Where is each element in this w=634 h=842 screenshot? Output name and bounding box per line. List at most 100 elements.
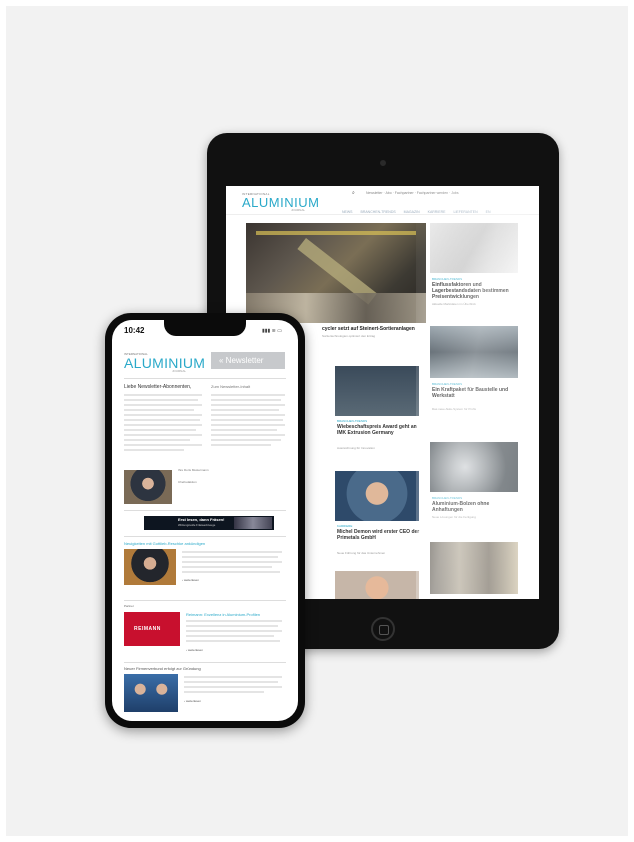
hero-subtitle: Sortiertechnologien optimiert den Ertrag	[322, 334, 376, 338]
nav-item[interactable]: EN	[486, 210, 491, 214]
partner-label: Partner	[124, 604, 134, 608]
nav-item[interactable]: NEWS	[342, 210, 353, 214]
read-more-link[interactable]: › weiterlesen	[186, 648, 203, 652]
side-image[interactable]	[430, 326, 518, 378]
section-title[interactable]: Neuigkeiten mit Gottlieb-Reschke ankündi…	[124, 541, 205, 546]
ad-image	[234, 517, 272, 529]
hero-image[interactable]	[246, 223, 426, 323]
tablet-logo-sub: JOURNAL	[291, 208, 306, 212]
card-text: Auszeichnung für Innovation	[337, 446, 375, 450]
author-photo	[124, 470, 172, 504]
side-tag: BRANCHEN-TRENDS	[432, 496, 463, 500]
read-more-link[interactable]: › weiterlesen	[182, 578, 199, 582]
nav-item[interactable]: BRANCHEN-TRENDS	[360, 210, 395, 214]
phone-device: 10:42 ▮▮▮ ≋ ▭ INTERNATIONAL ALUMINIUM JO…	[105, 313, 305, 728]
newsletter-banner: « Newsletter	[211, 352, 285, 369]
text-line	[124, 444, 202, 446]
text-line	[182, 561, 282, 563]
text-line	[211, 424, 285, 426]
side-title[interactable]: Aluminium-Bolzen ohne Anhaftungen	[432, 501, 516, 513]
card-title[interactable]: Wiebeschaftspreis Award geht an IMK Extr…	[337, 424, 421, 436]
tablet-top-links[interactable]: Newsletter · Abo · Fachpartner · Fachpar…	[366, 191, 459, 195]
text-line	[211, 414, 285, 416]
nav-item[interactable]: MAGAZIN	[404, 210, 420, 214]
card-image[interactable]	[335, 366, 419, 416]
text-line	[184, 686, 282, 688]
search-icon[interactable]: ⌕	[352, 190, 355, 196]
home-button[interactable]	[371, 617, 395, 641]
text-line	[124, 424, 202, 426]
side-tag: BRANCHEN-TRENDS	[432, 382, 463, 386]
card-tag: KARRIERE	[337, 524, 353, 528]
text-line	[182, 556, 278, 558]
text-line	[211, 434, 285, 436]
ad-title: Erst lesen, dann Fräsen!	[178, 517, 225, 522]
nav-item[interactable]: LIEFERANTEN	[454, 210, 478, 214]
divider	[124, 378, 286, 379]
greeting: Liebe Newsletter-Abonnenten,	[124, 384, 192, 390]
card-text: Neue Führung für das Unternehmen	[337, 551, 386, 555]
text-line	[211, 429, 277, 431]
column-heading: Zum Newsletter-Inhalt	[211, 384, 251, 389]
text-line	[184, 681, 278, 683]
newsletter-label: « Newsletter	[219, 356, 264, 365]
text-line	[182, 551, 282, 553]
divider	[124, 536, 286, 537]
tablet-logo[interactable]: ALUMINIUM	[242, 195, 319, 210]
hero-title[interactable]: cycler setzt auf Steinert-Sortieranlagen	[322, 326, 415, 332]
phone-screen: 10:42 ▮▮▮ ≋ ▭ INTERNATIONAL ALUMINIUM JO…	[112, 320, 298, 721]
card-image[interactable]	[335, 471, 419, 521]
tablet-main-nav: NEWS BRANCHEN-TRENDS MAGAZIN KARRIERE LI…	[342, 210, 497, 214]
side-image[interactable]	[430, 223, 518, 273]
text-line	[186, 630, 282, 632]
text-line	[124, 449, 184, 451]
text-line	[184, 691, 264, 693]
status-icons: ▮▮▮ ≋ ▭	[262, 328, 282, 334]
read-more-link[interactable]: › weiterlesen	[184, 699, 201, 703]
divider	[124, 510, 286, 511]
side-text: Neue Lösungen für die Fertigung	[432, 515, 476, 519]
phone-logo[interactable]: ALUMINIUM	[124, 355, 205, 371]
side-text: Aktuelle Marktdaten im Überblick	[432, 302, 476, 306]
text-line	[124, 414, 202, 416]
side-tag: BRANCHEN-TRENDS	[432, 277, 463, 281]
nav-item[interactable]: KARRIERE	[428, 210, 446, 214]
phone-logo-sub: JOURNAL	[172, 369, 187, 373]
signature-role: Chefredaktion	[178, 480, 197, 484]
text-line	[124, 434, 202, 436]
tablet-camera	[380, 160, 386, 166]
article-photo[interactable]	[124, 549, 176, 585]
text-line	[124, 419, 200, 421]
text-line	[211, 394, 285, 396]
divider	[124, 662, 286, 663]
side-title[interactable]: Ein Kraftpaket für Baustelle und Werksta…	[432, 387, 516, 399]
product-mockup-image: INTERNATIONAL ALUMINIUM JOURNAL ⌕ Newsle…	[0, 0, 634, 842]
text-line	[186, 635, 274, 637]
side-text: Das neue Akku-System für Profis	[432, 407, 477, 411]
text-line	[124, 394, 202, 396]
text-line	[182, 566, 272, 568]
reimann-logo-text: REIMANN	[134, 626, 161, 632]
side-title[interactable]: Einflussfaktoren und Lagerbestandsdaten …	[432, 282, 516, 300]
text-line	[186, 625, 278, 627]
text-line	[124, 429, 196, 431]
text-line	[124, 409, 194, 411]
article-photo[interactable]	[124, 674, 178, 712]
ad-subtitle: Wirkungsvolle Fräswerkzeuge	[178, 523, 216, 527]
ad-banner[interactable]: Erst lesen, dann Fräsen! Wirkungsvolle F…	[144, 516, 274, 530]
side-image[interactable]	[430, 542, 518, 594]
card-tag: BRANCHEN-TRENDS	[337, 419, 368, 423]
text-line	[124, 404, 202, 406]
text-line	[184, 676, 282, 678]
signature-line: Ihre Doris Mustermann	[178, 468, 209, 472]
text-line	[211, 404, 285, 406]
card-title[interactable]: Michel Demon wird erster CEO der Primeta…	[337, 529, 421, 541]
section-title[interactable]: Reimann: Exzellenz in Aluminium-Profilen	[186, 612, 260, 617]
card-image[interactable]	[335, 571, 419, 599]
phone-notch	[164, 320, 246, 336]
text-line	[211, 409, 279, 411]
side-image[interactable]	[430, 442, 518, 492]
text-line	[124, 399, 198, 401]
reimann-logo[interactable]: REIMANN	[124, 612, 180, 646]
section-title[interactable]: Neuer Firmenverbund erfolgt zur Gründung	[124, 666, 201, 671]
